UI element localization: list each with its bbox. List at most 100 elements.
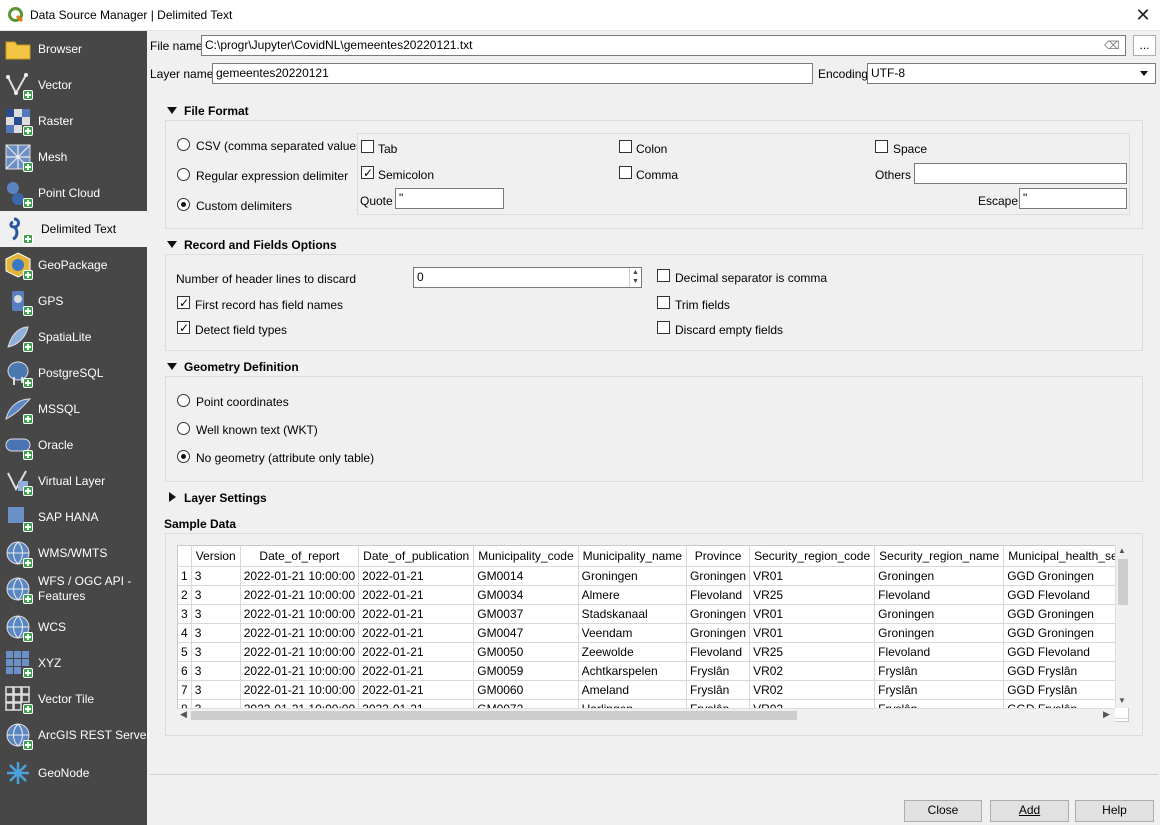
sidebar-item-delimited-text[interactable]: Delimited Text (0, 211, 147, 247)
sidebar-item-vector[interactable]: Vector (0, 67, 147, 103)
geopackage-icon (4, 251, 33, 280)
table-cell: VR02 (749, 661, 876, 681)
decimal-comma-label: Decimal separator is comma (675, 271, 828, 285)
encoding-select[interactable]: UTF-8 (867, 63, 1156, 84)
semicolon-checkbox[interactable] (361, 166, 374, 179)
column-header[interactable]: Municipality_code (473, 546, 579, 567)
table-cell: GGD Flevoland (1003, 585, 1128, 605)
custom-delimiters-radio[interactable] (177, 198, 190, 211)
horizontal-scrollbar[interactable]: ◀ ▶ (177, 708, 1115, 722)
colon-checkbox[interactable] (619, 140, 632, 153)
sidebar-item-xyz[interactable]: XYZ (0, 645, 147, 681)
sidebar-item-sap-hana[interactable]: SAP HANA (0, 499, 147, 535)
close-button[interactable]: Close (904, 800, 982, 822)
table-cell: GGD Fryslân (1003, 680, 1128, 700)
first-record-checkbox[interactable] (177, 296, 190, 309)
table-cell: 2022-01-21 10:00:00 (240, 642, 360, 662)
scroll-left-icon[interactable]: ◀ (180, 709, 187, 720)
collapse-triangle-icon[interactable] (167, 107, 177, 114)
spatialite-icon (4, 323, 33, 352)
sidebar-item-vector-tile[interactable]: Vector Tile (0, 681, 147, 717)
sidebar-item-geopackage[interactable]: GeoPackage (0, 247, 147, 283)
sidebar-item-arcgis-rest[interactable]: ArcGIS REST Server (0, 717, 150, 753)
wms-icon (4, 539, 33, 568)
space-checkbox[interactable] (875, 140, 888, 153)
spin-arrows-icon[interactable]: ▲ ▼ (629, 268, 641, 287)
sidebar-item-wcs[interactable]: WCS (0, 609, 147, 645)
add-button[interactable]: Add (990, 800, 1069, 822)
column-header[interactable]: Security_region_name (874, 546, 1005, 567)
vertical-scrollbar[interactable]: ▲ ▼ (1115, 545, 1129, 708)
sidebar-item-raster[interactable]: Raster (0, 103, 147, 139)
close-window-button[interactable]: ✕ (1132, 4, 1154, 26)
expand-triangle-icon[interactable] (169, 492, 176, 502)
table-cell: 2022-01-21 10:00:00 (240, 566, 360, 586)
sidebar-item-geonode[interactable]: GeoNode (0, 755, 147, 791)
scroll-down-icon[interactable]: ▼ (1118, 696, 1126, 705)
collapse-triangle-icon[interactable] (167, 363, 177, 370)
quote-input[interactable]: " (395, 188, 504, 209)
others-input[interactable] (914, 163, 1127, 184)
table-cell: 2022-01-21 (358, 661, 475, 681)
browse-button[interactable]: ... (1133, 35, 1156, 56)
table-row[interactable]: 4 3 2022-01-21 10:00:00 2022-01-21 GM0047 Vee… (178, 623, 1128, 643)
column-header[interactable]: Security_region_code (749, 546, 876, 567)
row-number: 2 (178, 585, 192, 605)
table-row[interactable]: 2 3 2022-01-21 10:00:00 2022-01-21 GM0034 Alm… (178, 585, 1128, 605)
regex-radio[interactable] (177, 168, 190, 181)
sidebar-item-wms[interactable]: WMS/WMTS (0, 535, 147, 571)
csv-radio[interactable] (177, 138, 190, 151)
column-header[interactable]: Municipal_health_servi (1003, 546, 1128, 567)
scroll-up-icon[interactable]: ▲ (1118, 546, 1126, 555)
vector-tile-icon (4, 685, 33, 714)
column-header[interactable]: Date_of_publication (358, 546, 475, 567)
point-coordinates-radio[interactable] (177, 394, 190, 407)
table-row[interactable]: 5 3 2022-01-21 10:00:00 2022-01-21 GM0050 Zee… (178, 642, 1128, 662)
detect-types-checkbox[interactable] (177, 321, 190, 334)
collapse-triangle-icon[interactable] (167, 241, 177, 248)
clear-text-icon[interactable]: ⌫ (1104, 39, 1120, 52)
column-header[interactable]: Municipality_name (578, 546, 688, 567)
sidebar-item-postgresql[interactable]: PostgreSQL (0, 355, 147, 391)
column-header[interactable]: Province (686, 546, 751, 567)
column-header[interactable]: Version (191, 546, 241, 567)
layer-name-input[interactable]: gemeentes20220121 (212, 63, 813, 84)
sidebar-item-oracle[interactable]: Oracle (0, 427, 147, 463)
table-row[interactable]: 7 3 2022-01-21 10:00:00 2022-01-21 GM0060 Ame… (178, 680, 1128, 700)
comma-checkbox[interactable] (619, 166, 632, 179)
point-cloud-icon (4, 179, 33, 208)
vector-icon (4, 71, 33, 100)
table-cell: Groningen (686, 566, 751, 586)
detect-types-label: Detect field types (195, 323, 288, 337)
tab-checkbox[interactable] (361, 140, 374, 153)
table-cell: Groningen (686, 604, 751, 624)
wkt-radio[interactable] (177, 422, 190, 435)
escape-input[interactable]: " (1019, 188, 1127, 209)
table-row[interactable]: 1 3 2022-01-21 10:00:00 2022-01-21 GM0014 Gro… (178, 566, 1128, 586)
header-lines-spinbox[interactable]: 0 (413, 267, 642, 288)
sidebar-item-gps[interactable]: GPS (0, 283, 147, 319)
sidebar-item-point-cloud[interactable]: Point Cloud (0, 175, 147, 211)
layer-settings-title[interactable]: Layer Settings (184, 491, 267, 505)
sample-data-table[interactable]: Version Date_of_report Date_of_publication… (177, 545, 1129, 722)
no-geometry-radio[interactable] (177, 450, 190, 463)
sidebar-item-virtual-layer[interactable]: Virtual Layer (0, 463, 147, 499)
help-button[interactable]: Help (1075, 800, 1154, 822)
sidebar-item-mssql[interactable]: MSSQL (0, 391, 147, 427)
discard-empty-checkbox[interactable] (657, 321, 670, 334)
scroll-right-icon[interactable]: ▶ (1103, 709, 1110, 720)
horizontal-scroll-thumb[interactable] (191, 711, 797, 720)
sidebar-item-mesh[interactable]: Mesh (0, 139, 147, 175)
sidebar-item-wfs[interactable]: WFS / OGC API - Features (0, 571, 147, 607)
file-name-input[interactable]: C:\progr\Jupyter\CovidNL\gemeentes202201… (201, 35, 1126, 56)
table-row[interactable]: 3 3 2022-01-21 10:00:00 2022-01-21 GM0037 Sta… (178, 604, 1128, 624)
vertical-scroll-thumb[interactable] (1118, 559, 1128, 605)
decimal-comma-checkbox[interactable] (657, 269, 670, 282)
trim-fields-checkbox[interactable] (657, 296, 670, 309)
sidebar-item-spatialite[interactable]: SpatiaLite (0, 319, 147, 355)
table-cell: Groningen (686, 623, 751, 643)
column-header[interactable]: Date_of_report (240, 546, 360, 567)
sidebar-item-browser[interactable]: Browser (0, 31, 147, 67)
header-lines-value: 0 (417, 270, 424, 284)
table-row[interactable]: 6 3 2022-01-21 10:00:00 2022-01-21 GM0059 Ach… (178, 661, 1128, 681)
